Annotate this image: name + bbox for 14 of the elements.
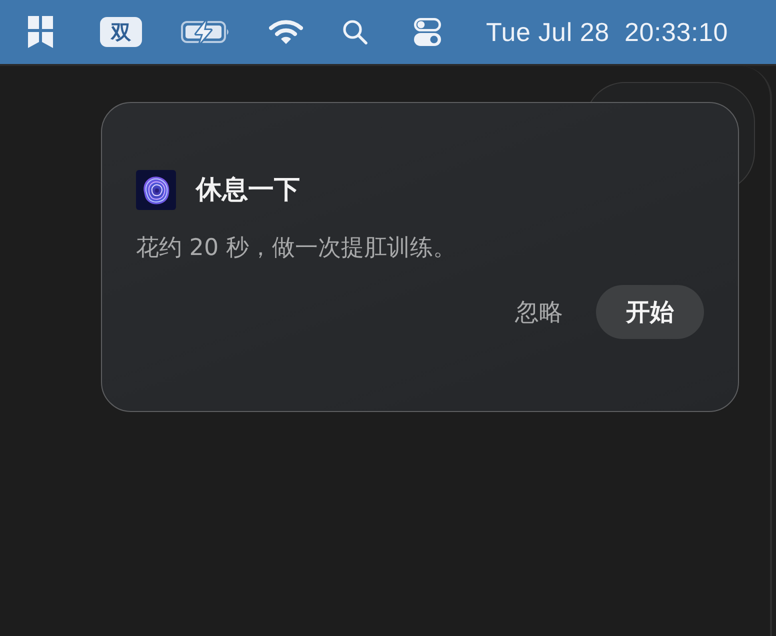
app-icon: [136, 170, 176, 210]
wifi-icon[interactable]: [269, 19, 303, 45]
notification-title: 休息一下: [196, 174, 300, 207]
notification-card[interactable]: 休息一下 花约 20 秒，做一次提肛训练。 忽略 开始: [101, 102, 739, 412]
menu-bar-date[interactable]: Tue Jul 28: [486, 17, 610, 47]
toggle-switches-icon[interactable]: [414, 18, 441, 46]
start-button[interactable]: 开始: [596, 285, 704, 339]
notification-message: 花约 20 秒，做一次提肛训练。: [136, 234, 457, 263]
dismiss-button[interactable]: 忽略: [501, 285, 577, 339]
bookmark-logo-icon[interactable]: [28, 16, 53, 48]
battery-charging-icon[interactable]: [181, 20, 231, 44]
menu-bar-clock[interactable]: 20:33:10: [624, 17, 728, 47]
input-method-indicator[interactable]: 双: [100, 17, 142, 47]
search-icon[interactable]: [342, 19, 368, 45]
